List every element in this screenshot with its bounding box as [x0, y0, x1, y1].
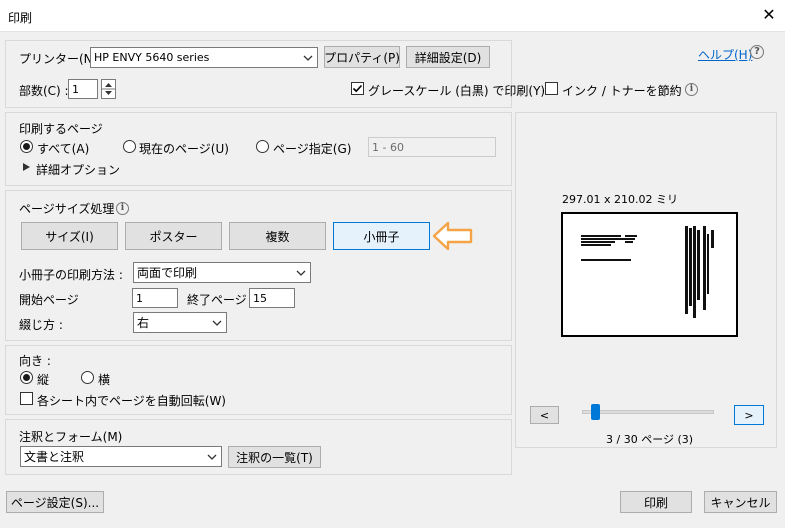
tab-booklet[interactable]: 小冊子	[333, 222, 430, 250]
grayscale-checkbox[interactable]	[351, 82, 364, 95]
copies-spinner[interactable]	[101, 79, 116, 99]
copies-input[interactable]: 1	[68, 79, 98, 99]
prev-page-button[interactable]: <	[530, 406, 559, 424]
annotations-select[interactable]: 文書と注釈	[20, 446, 222, 467]
binding-value: 右	[137, 316, 150, 330]
end-page-input[interactable]: 15	[249, 288, 295, 308]
annotations-value: 文書と注釈	[24, 450, 85, 464]
info-icon[interactable]: i	[685, 83, 698, 96]
help-link[interactable]: ヘルプ(H)	[698, 46, 752, 63]
annotation-summary-button[interactable]: 注釈の一覧(T)	[228, 446, 321, 468]
auto-rotate-checkbox[interactable]	[20, 392, 33, 405]
preview-sheet	[561, 212, 738, 337]
chevron-down-icon	[207, 454, 217, 460]
booklet-method-label: 小冊子の印刷方法 :	[19, 268, 123, 282]
window-title: 印刷	[8, 11, 33, 25]
checkmark-icon	[352, 84, 363, 93]
annotations-heading: 注釈とフォーム(M)	[19, 430, 123, 444]
booklet-method-select[interactable]: 両面で印刷	[133, 262, 311, 283]
title-bar	[0, 0, 785, 32]
print-button[interactable]: 印刷	[620, 491, 692, 513]
question-mark-icon[interactable]: ?	[750, 45, 764, 59]
advanced-settings-button[interactable]: 詳細設定(D)	[406, 46, 490, 68]
tab-multiple[interactable]: 複数	[229, 222, 326, 250]
binding-select[interactable]: 右	[133, 312, 227, 333]
grayscale-label: グレースケール (白黒) で印刷(Y)	[368, 84, 546, 98]
page-sizing-heading: ページサイズ処理	[19, 202, 115, 216]
page-range-label: ページ指定(G)	[273, 142, 352, 156]
orientation-heading: 向き :	[19, 354, 51, 368]
cancel-button[interactable]: キャンセル	[704, 491, 777, 513]
booklet-method-value: 両面で印刷	[137, 266, 198, 280]
properties-button[interactable]: プロパティ(P)	[324, 46, 400, 68]
more-options-toggle[interactable]: 詳細オプション	[36, 161, 120, 178]
chevron-down-icon	[303, 55, 313, 61]
page-range-radio[interactable]	[256, 140, 269, 153]
page-slider[interactable]	[582, 410, 714, 414]
current-page-label: 現在のページ(U)	[139, 142, 229, 156]
end-page-label: 終了ページ	[187, 293, 247, 307]
landscape-label: 横	[98, 373, 111, 387]
portrait-label: 縦	[37, 373, 50, 387]
start-page-label: 開始ページ	[19, 293, 79, 307]
spinner-arrows-icon	[102, 83, 115, 95]
page-thumbnail	[581, 226, 714, 318]
ink-save-label: インク / トナーを節約	[562, 84, 682, 98]
page-range-input[interactable]: 1 - 60	[368, 137, 496, 157]
all-pages-radio[interactable]	[20, 140, 33, 153]
pages-heading: 印刷するページ	[19, 122, 103, 136]
chevron-down-icon	[296, 270, 306, 276]
arrow-left-icon	[432, 221, 473, 251]
start-page-input[interactable]: 1	[132, 288, 178, 308]
current-page-radio[interactable]	[123, 140, 136, 153]
chevron-down-icon	[212, 320, 222, 326]
landscape-radio[interactable]	[81, 371, 94, 384]
printer-select-value: HP ENVY 5640 series	[94, 51, 210, 64]
auto-rotate-label: 各シート内でページを自動回転(W)	[37, 394, 226, 408]
tab-poster[interactable]: ポスター	[125, 222, 222, 250]
triangle-right-icon[interactable]	[23, 163, 30, 171]
page-status: 3 / 30 ページ (3)	[606, 433, 694, 446]
all-pages-label: すべて(A)	[37, 142, 90, 156]
close-icon[interactable]: ✕	[760, 6, 778, 24]
copies-label: 部数(C) :	[19, 84, 69, 98]
tab-size[interactable]: サイズ(I)	[21, 222, 118, 250]
ink-save-checkbox[interactable]	[545, 82, 558, 95]
binding-label: 綴じ方 :	[19, 318, 63, 332]
next-page-button[interactable]: >	[734, 405, 764, 425]
portrait-radio[interactable]	[20, 371, 33, 384]
printer-select[interactable]: HP ENVY 5640 series	[90, 47, 318, 68]
page-slider-thumb[interactable]	[590, 404, 600, 420]
preview-dimensions: 297.01 x 210.02 ミリ	[562, 193, 678, 206]
info-icon[interactable]: i	[116, 202, 129, 215]
page-setup-button[interactable]: ページ設定(S)...	[6, 491, 104, 513]
